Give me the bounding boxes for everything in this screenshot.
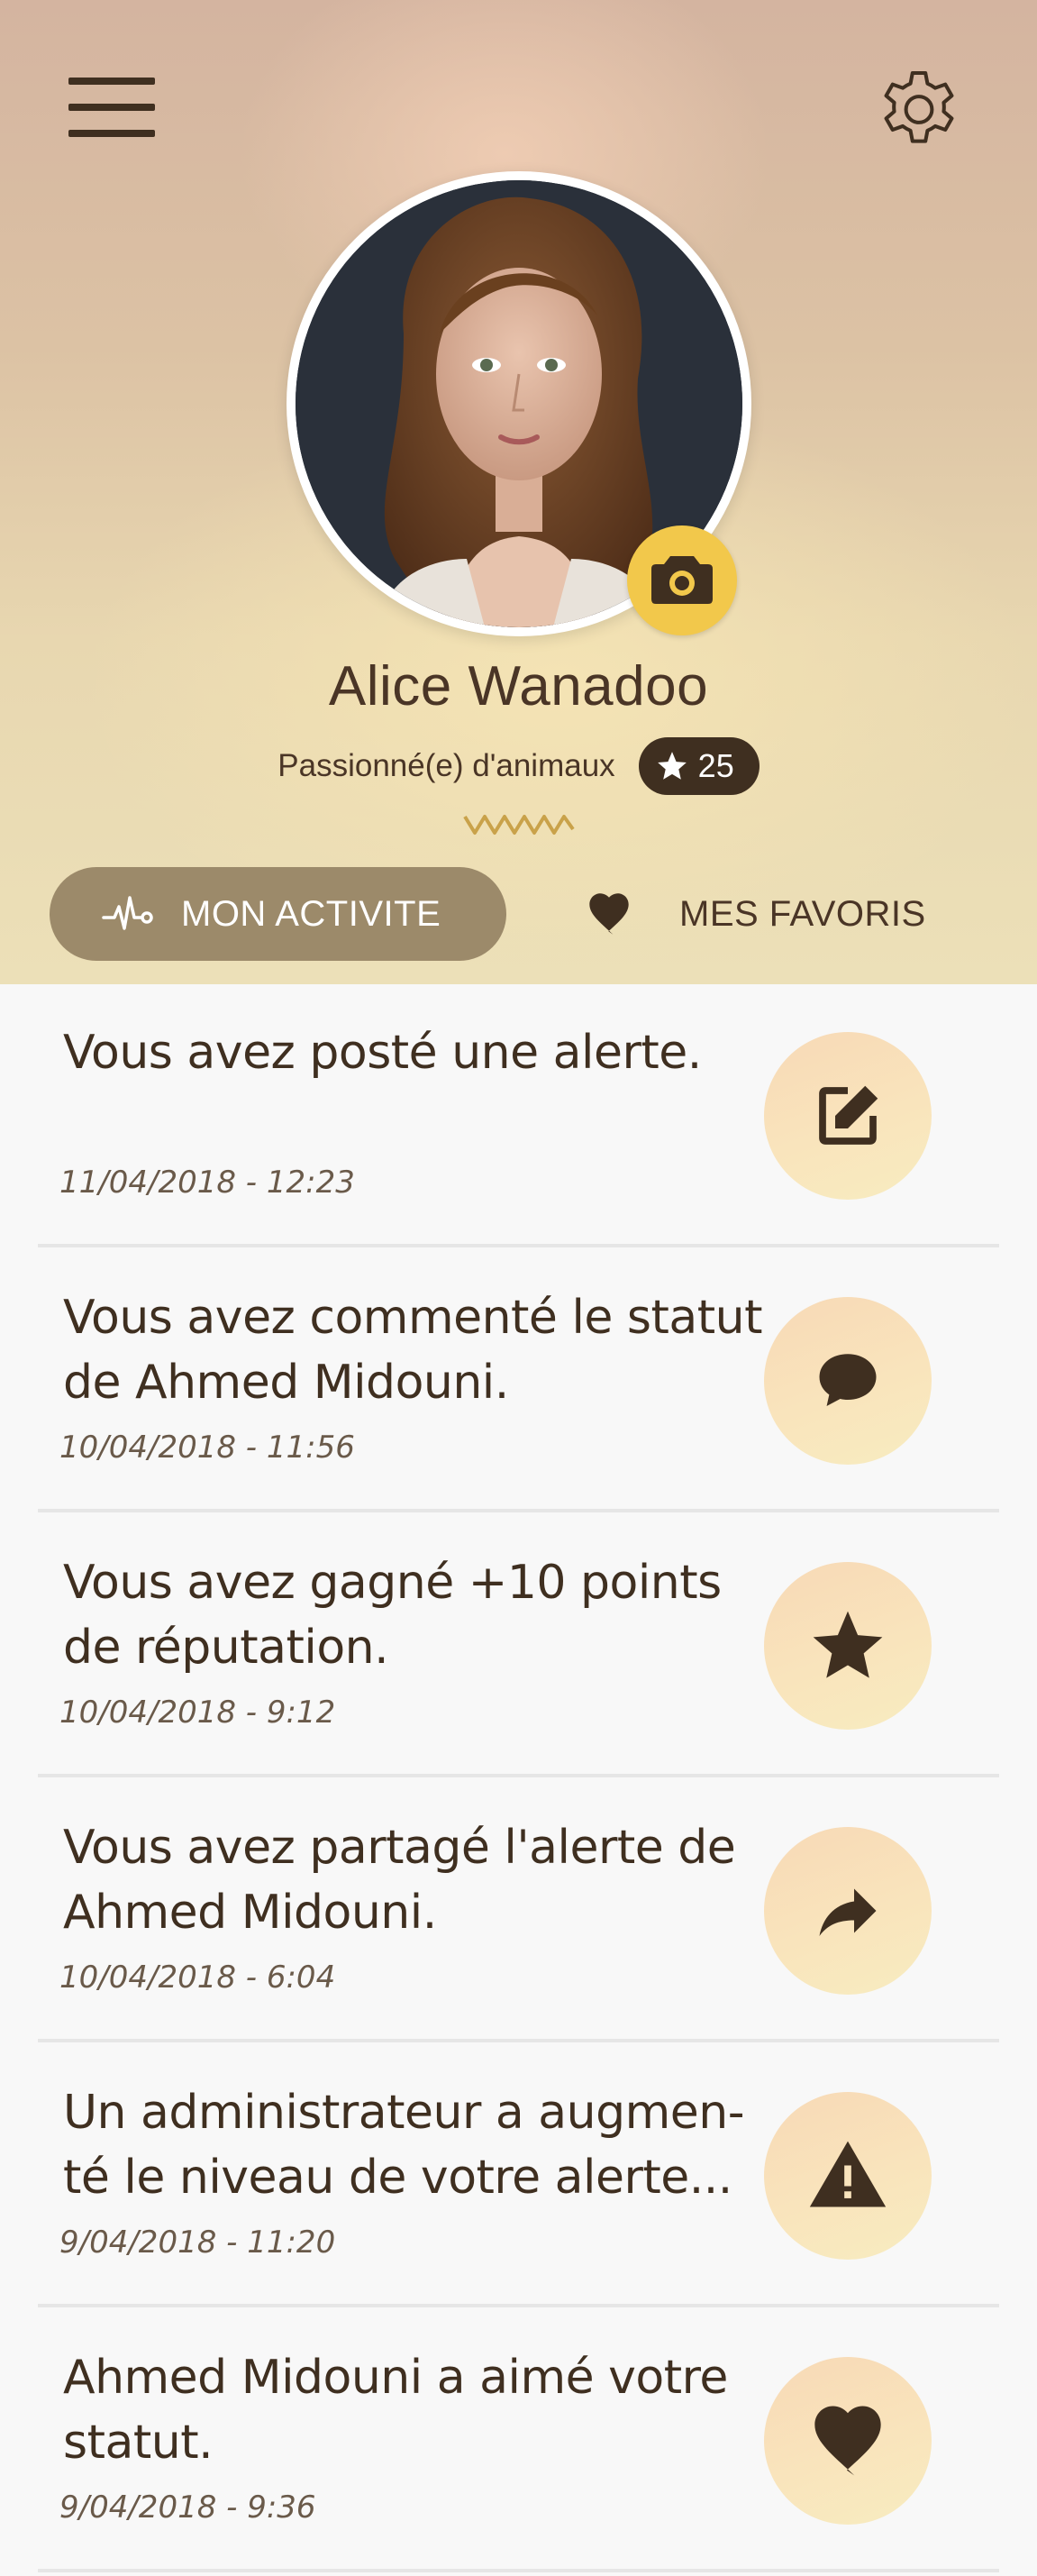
menu-button[interactable] <box>65 78 159 142</box>
menu-icon-bar <box>68 78 155 85</box>
profile-subtitle: Passionné(e) d'animaux 25 <box>0 737 1037 795</box>
activity-text: Vous avez commenté le statut de Ahmed Mi… <box>63 1291 763 1410</box>
expand-chevron-icon[interactable] <box>463 811 575 838</box>
list-item[interactable]: Vous avez posté une alerte. 11/04/2018 -… <box>0 984 1037 1247</box>
activity-icon-button[interactable] <box>764 2357 932 2525</box>
list-item[interactable]: Ahmed Midouni a aimé votre statut. 9/04/… <box>0 2309 1037 2572</box>
activity-icon-button[interactable] <box>764 1827 932 1995</box>
tab-activity-label: MON ACTIVITE <box>181 893 441 934</box>
menu-icon-bar <box>68 104 155 111</box>
list-item[interactable]: Vous avez partagé l'alerte de Ahmed Mido… <box>0 1779 1037 2042</box>
reputation-badge: 25 <box>638 737 760 795</box>
profile-header: Alice Wanadoo Passionné(e) d'animaux 25 … <box>0 0 1037 984</box>
activity-date: 10/04/2018 - 6:04 <box>59 1959 336 1996</box>
change-photo-button[interactable] <box>627 525 737 635</box>
activity-text: Vous avez posté une alerte. <box>63 1026 702 1080</box>
activity-date: 10/04/2018 - 9:12 <box>59 1694 336 1731</box>
list-item[interactable]: Vous avez commenté le statut de Ahmed Mi… <box>0 1249 1037 1512</box>
heart-icon <box>589 893 629 935</box>
activity-icon-button[interactable] <box>764 1032 932 1200</box>
activity-date: 11/04/2018 - 12:23 <box>59 1165 355 1201</box>
warning-icon <box>809 2141 887 2207</box>
tab-favorites-label: MES FAVORIS <box>679 893 926 934</box>
reputation-count: 25 <box>697 747 734 784</box>
activity-date: 9/04/2018 - 11:20 <box>59 2224 336 2261</box>
heart-icon <box>814 2406 881 2476</box>
list-item[interactable]: Un administrateur a augmen-té le niveau … <box>0 2044 1037 2307</box>
divider <box>38 2039 999 2042</box>
settings-button[interactable] <box>870 65 968 162</box>
activity-date: 10/04/2018 - 11:56 <box>59 1430 355 1466</box>
divider <box>38 1509 999 1512</box>
menu-icon-bar <box>68 130 155 137</box>
tab-activity[interactable]: MON ACTIVITE <box>50 867 506 961</box>
activity-icon-button[interactable] <box>764 1562 932 1730</box>
list-item[interactable]: Vous avez gagné +10 points de réputation… <box>0 1514 1037 1777</box>
divider <box>38 2304 999 2307</box>
edit-icon <box>819 1085 878 1145</box>
share-icon <box>819 1888 877 1936</box>
activity-text: Vous avez partagé l'alerte de Ahmed Mido… <box>63 1821 736 1940</box>
activity-text: Ahmed Midouni a aimé votre statut. <box>63 2351 728 2470</box>
activity-date: 9/04/2018 - 9:36 <box>59 2489 316 2526</box>
activity-text: Un administrateur a augmen-té le niveau … <box>63 2086 745 2205</box>
camera-icon <box>651 556 713 604</box>
gear-icon <box>884 70 954 143</box>
activity-text: Vous avez gagné +10 points de réputation… <box>63 1556 722 1675</box>
star-icon <box>813 1611 883 1678</box>
activity-pulse-icon <box>102 896 153 930</box>
divider <box>38 2569 999 2572</box>
comment-icon <box>819 1354 877 1406</box>
tab-favorites[interactable]: MES FAVORIS <box>568 867 1000 961</box>
activity-icon-button[interactable] <box>764 2092 932 2260</box>
profile-role: Passionné(e) d'animaux <box>277 748 615 783</box>
activity-icon-button[interactable] <box>764 1297 932 1465</box>
star-icon <box>657 752 687 780</box>
divider <box>38 1244 999 1247</box>
divider <box>38 1774 999 1777</box>
profile-name: Alice Wanadoo <box>328 655 709 717</box>
